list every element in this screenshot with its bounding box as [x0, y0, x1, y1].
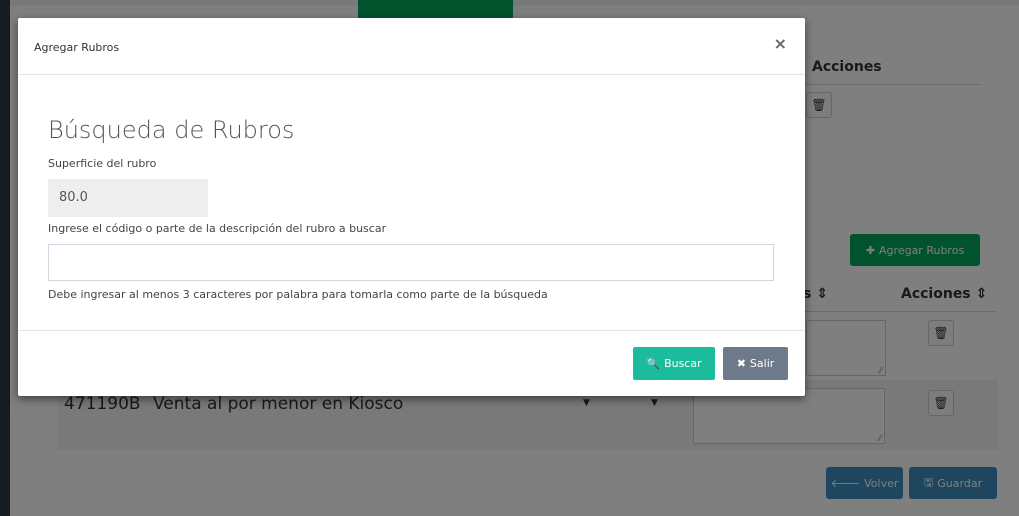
surface-field: 80.0 — [48, 179, 208, 217]
buscar-button[interactable]: 🔍 Buscar — [633, 347, 715, 380]
modal-footer-divider — [18, 330, 805, 331]
search-label: Ingrese el código o parte de la descripc… — [48, 222, 387, 235]
modal-title: Agregar Rubros — [34, 41, 120, 54]
search-hint: Debe ingresar al menos 3 caracteres por … — [48, 288, 548, 301]
search-input[interactable] — [48, 244, 774, 281]
salir-label: Salir — [749, 357, 775, 370]
close-x-icon: ✖ — [736, 357, 746, 370]
close-icon[interactable]: × — [774, 36, 787, 52]
modal-header: Agregar Rubros × — [18, 18, 805, 75]
salir-button[interactable]: ✖ Salir — [723, 347, 788, 380]
section-title: Búsqueda de Rubros — [48, 116, 295, 144]
surface-label: Superficie del rubro — [48, 157, 157, 170]
buscar-label: Buscar — [664, 357, 702, 370]
search-icon: 🔍 — [646, 357, 661, 370]
agregar-rubros-modal: Agregar Rubros × Búsqueda de Rubros Supe… — [18, 18, 805, 396]
